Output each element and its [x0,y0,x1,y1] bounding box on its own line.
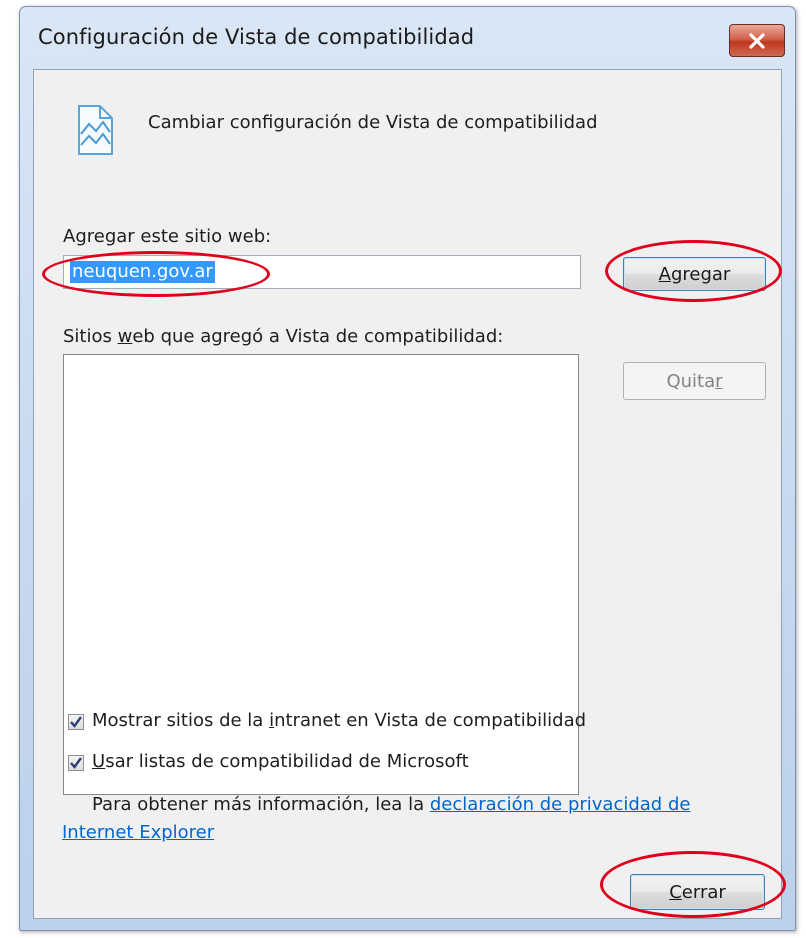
add-site-label: Agregar este sitio web: [63,226,272,247]
microsoft-lists-label[interactable]: Usar listas de compatibilidad de Microso… [92,751,469,772]
info-text: Para obtener más información, lea la dec… [92,794,691,815]
highlight-ellipse-input [42,251,270,297]
compat-view-icon [78,105,113,155]
privacy-link-line2[interactable]: Internet Explorer [62,822,214,843]
dialog-client-area: Cambiar configuración de Vista de compat… [33,69,782,919]
close-icon [749,32,765,49]
highlight-ellipse-add-button [605,240,782,302]
checkmark-icon [70,757,82,769]
close-window-button[interactable] [729,24,785,57]
intranet-label[interactable]: Mostrar sitios de la intranet en Vista d… [92,710,586,731]
privacy-link[interactable]: declaración de privacidad de [430,794,691,815]
microsoft-lists-checkbox[interactable] [68,755,84,771]
intranet-checkbox[interactable] [68,714,84,730]
remove-button[interactable]: Quita r [623,362,766,400]
header-text: Cambiar configuración de Vista de compat… [148,112,598,133]
compatibility-view-dialog: Configuración de Vista de compatibilidad… [19,6,796,931]
sites-list-label: Sitios web que agregó a Vista de compati… [63,326,504,347]
checkmark-icon [70,716,82,728]
dialog-title: Configuración de Vista de compatibilidad [38,25,475,49]
highlight-ellipse-close-button [600,851,786,918]
